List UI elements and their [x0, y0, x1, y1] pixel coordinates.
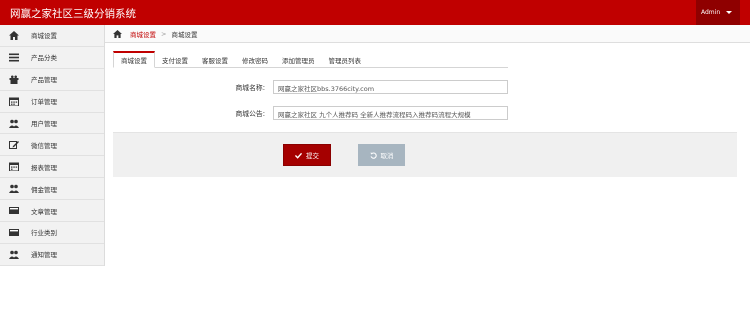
sidebar-item-commission[interactable]: 佣金管理 [0, 178, 104, 201]
app-title: 网赢之家社区三级分销系统 [10, 8, 136, 20]
sidebar-item-label: 商城设置 [31, 32, 57, 41]
sidebar-item-label: 订单管理 [31, 98, 57, 107]
edit-icon [8, 140, 20, 150]
sidebar-item-label: 通知管理 [31, 251, 57, 260]
check-icon [295, 152, 302, 159]
calendar-icon [8, 96, 20, 106]
sidebar-item-label: 文章管理 [31, 207, 57, 216]
sidebar-item-reports[interactable]: 报表管理 [0, 156, 104, 179]
sidebar-item-industry[interactable]: 行业类别 [0, 222, 104, 244]
home-icon [8, 30, 20, 40]
gift-icon [8, 74, 20, 84]
chevron-down-icon [726, 11, 733, 14]
users-icon [8, 118, 20, 128]
tab-admin-list[interactable]: 管理员列表 [322, 51, 369, 68]
sidebar-item-label: 产品管理 [31, 76, 57, 85]
sidebar-item-users[interactable]: 用户管理 [0, 113, 104, 135]
sidebar-item-store-settings[interactable]: 商城设置 [0, 25, 104, 47]
user-name: Admin [701, 9, 721, 16]
sidebar-item-label: 行业类别 [31, 229, 57, 238]
store-notice-input[interactable]: 网赢之家社区 九个人推荐码 全新人推荐流程码入推荐码流程大规模 [273, 106, 508, 120]
breadcrumb-current: 商城设置 [171, 30, 198, 39]
cancel-button-label: 取消 [380, 152, 394, 160]
store-name-label: 商城名称: [235, 84, 265, 92]
sidebar-item-orders[interactable]: 订单管理 [0, 91, 104, 113]
card-icon [8, 227, 20, 237]
sidebar-item-categories[interactable]: 产品分类 [0, 47, 104, 69]
sidebar-item-label: 用户管理 [31, 120, 57, 128]
undo-icon [369, 152, 377, 159]
store-name-row: 商城名称: 网赢之家社区bbs.3766city.com [113, 80, 513, 94]
settings-tabs: 商城设置 支付设置 客服设置 修改密码 添加管理员 管理员列表 [113, 51, 508, 68]
calendar-icon [8, 162, 20, 172]
tab-change-password[interactable]: 修改密码 [235, 51, 275, 68]
user-menu[interactable]: Admin [696, 0, 740, 25]
breadcrumb-separator: > [161, 29, 167, 38]
sidebar-item-label: 报表管理 [31, 163, 57, 172]
tab-service-settings[interactable]: 客服设置 [195, 51, 235, 68]
sidebar-item-label: 微信管理 [31, 141, 57, 150]
cancel-button[interactable]: 取消 [358, 144, 405, 166]
sidebar-item-label: 佣金管理 [31, 185, 57, 194]
sidebar-item-notifications[interactable]: 通知管理 [0, 244, 104, 266]
submit-button[interactable]: 提交 [283, 144, 331, 166]
store-notice-row: 商城公告: 网赢之家社区 九个人推荐码 全新人推荐流程码入推荐码流程大规模 [113, 106, 513, 120]
tab-store-settings[interactable]: 商城设置 [113, 51, 155, 68]
breadcrumb-parent-link[interactable]: 商城设置 [130, 29, 156, 39]
submit-button-label: 提交 [306, 152, 319, 160]
sidebar-item-products[interactable]: 产品管理 [0, 69, 104, 91]
top-bar: 网赢之家社区三级分销系统 Admin [0, 0, 750, 25]
sidebar-item-articles[interactable]: 文章管理 [0, 200, 104, 223]
sidebar-item-label: 产品分类 [31, 54, 57, 63]
sidebar: 商城设置 产品分类 产品管理 订单管理 用户管理 微信管理 报表管理 佣金管理 … [0, 25, 105, 266]
form-action-bar: 提交 取消 [113, 132, 737, 177]
list-icon [8, 52, 20, 62]
tab-payment-settings[interactable]: 支付设置 [155, 51, 195, 68]
card-icon [8, 206, 20, 216]
users-icon [8, 249, 20, 259]
breadcrumb: 商城设置 > 商城设置 [105, 25, 750, 43]
users-icon [8, 184, 20, 194]
store-name-input[interactable]: 网赢之家社区bbs.3766city.com [273, 80, 508, 94]
sidebar-item-wechat[interactable]: 微信管理 [0, 134, 104, 157]
tab-add-admin[interactable]: 添加管理员 [275, 51, 322, 68]
store-notice-label: 商城公告: [235, 110, 265, 118]
home-icon [113, 29, 122, 38]
